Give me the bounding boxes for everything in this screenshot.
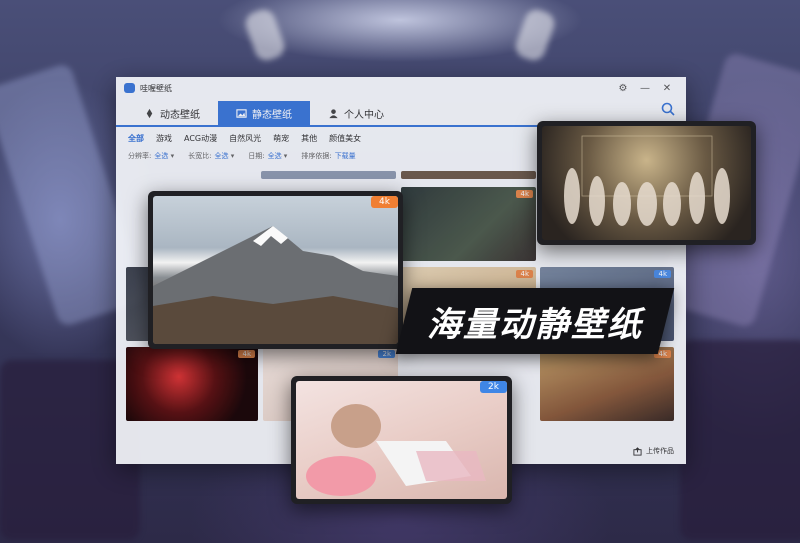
filter-label: 分辨率: <box>128 152 152 160</box>
filter-value: 全选 <box>214 152 229 160</box>
filter-date[interactable]: 日期: 全选 ▾ <box>248 151 287 161</box>
group-image <box>542 126 751 240</box>
settings-icon[interactable]: ⚙ <box>612 83 634 94</box>
filter-value: 下载量 <box>334 152 356 160</box>
user-icon <box>329 108 338 118</box>
upload-button[interactable]: 上传作品 <box>633 446 674 456</box>
resolution-badge: 4k <box>516 190 533 198</box>
mountain-image <box>153 196 398 344</box>
app-logo-icon <box>124 83 135 93</box>
tab-dynamic-wallpaper[interactable]: 动态壁纸 <box>126 101 218 125</box>
tab-label: 个人中心 <box>344 109 384 121</box>
tab-label: 静态壁纸 <box>252 109 292 121</box>
search-icon[interactable] <box>660 101 676 117</box>
tab-static-wallpaper[interactable]: 静态壁纸 <box>218 101 310 125</box>
window-title: 哇喔壁纸 <box>140 83 172 93</box>
filter-value: 全选 <box>267 152 282 160</box>
group-figures <box>564 135 730 226</box>
category-beauty[interactable]: 颜值美女 <box>329 133 361 144</box>
filter-label: 长宽比: <box>188 152 212 160</box>
wallpaper-thumb[interactable] <box>261 171 396 179</box>
filter-value: 全选 <box>154 152 169 160</box>
resolution-badge: 4k <box>516 270 533 278</box>
filter-label: 排序依据: <box>301 152 332 160</box>
preview-card-anime[interactable]: 2k <box>291 376 512 504</box>
upload-label: 上传作品 <box>646 447 674 455</box>
category-pets[interactable]: 萌宠 <box>273 133 289 144</box>
category-all[interactable]: 全部 <box>128 133 144 144</box>
category-game[interactable]: 游戏 <box>156 133 172 144</box>
anime-image <box>296 381 507 499</box>
upload-icon <box>633 446 642 456</box>
resolution-badge: 4k <box>654 270 671 278</box>
wallpaper-thumb[interactable]: 4k <box>401 187 536 261</box>
slogan-text: 海量动静壁纸 <box>427 304 643 345</box>
resolution-badge: 4k <box>238 350 255 358</box>
filter-resolution[interactable]: 分辨率: 全选 ▾ <box>128 151 174 161</box>
filter-sort[interactable]: 排序依据: 下载量 <box>301 151 355 161</box>
resolution-badge: 4k <box>371 196 398 208</box>
tab-label: 动态壁纸 <box>160 109 200 121</box>
bg-blur-shape <box>680 340 800 540</box>
wallpaper-thumb[interactable]: 4k <box>126 347 258 421</box>
preview-card-mountain[interactable]: 4k <box>148 191 403 349</box>
tab-personal-center[interactable]: 个人中心 <box>310 101 402 125</box>
category-acg[interactable]: ACG动漫 <box>184 133 217 144</box>
resolution-badge: 2k <box>480 381 507 393</box>
resolution-badge: 2k <box>378 350 395 358</box>
preview-card-group[interactable] <box>537 121 756 245</box>
bg-light <box>512 6 558 64</box>
wallpaper-thumb[interactable] <box>401 171 536 179</box>
wallpaper-thumb[interactable]: 4k <box>540 347 674 421</box>
close-button[interactable]: ✕ <box>656 83 678 94</box>
rocket-icon <box>146 108 153 118</box>
anime-figure <box>306 404 486 496</box>
title-bar: 哇喔壁纸 ⚙ — ✕ <box>116 77 686 99</box>
minimize-button[interactable]: — <box>634 83 656 94</box>
filter-label: 日期: <box>248 152 265 160</box>
mountain-shape <box>153 226 398 344</box>
category-nature[interactable]: 自然风光 <box>229 133 261 144</box>
category-other[interactable]: 其他 <box>301 133 317 144</box>
bg-light <box>242 6 288 64</box>
image-icon <box>236 108 247 118</box>
filter-aspect-ratio[interactable]: 长宽比: 全选 ▾ <box>188 151 234 161</box>
